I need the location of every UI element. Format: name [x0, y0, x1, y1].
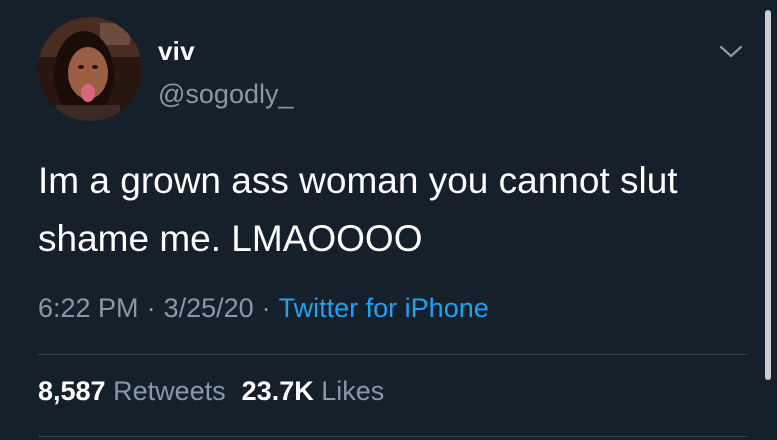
display-name[interactable]: viv: [158, 36, 195, 67]
likes-count: 23.7K: [241, 376, 314, 406]
user-handle[interactable]: @sogodly_: [158, 79, 294, 110]
tweet-stats: 8,587 Retweets 23.7K Likes: [38, 376, 384, 407]
divider: [38, 354, 747, 355]
avatar-photo-icon: [38, 17, 142, 121]
divider: [38, 436, 747, 437]
tweet-text: Im a grown ass woman you cannot slut sha…: [38, 160, 678, 259]
tweet-meta: 6:22 PM · 3/25/20 · Twitter for iPhone: [38, 293, 489, 324]
chevron-down-icon[interactable]: [716, 36, 746, 66]
tweet-date[interactable]: 3/25/20: [164, 293, 254, 323]
meta-separator: ·: [146, 293, 156, 323]
likes-label: Likes: [321, 376, 385, 406]
tweet-source-link[interactable]: Twitter for iPhone: [279, 293, 489, 323]
avatar[interactable]: [38, 17, 142, 121]
retweets-stat[interactable]: 8,587 Retweets: [38, 376, 226, 406]
retweets-label: Retweets: [113, 376, 226, 406]
tweet-time[interactable]: 6:22 PM: [38, 293, 139, 323]
scrollbar[interactable]: [765, 10, 771, 380]
likes-stat[interactable]: 23.7K Likes: [242, 376, 385, 406]
retweets-count: 8,587: [38, 376, 106, 406]
tweet-card: viv @sogodly_ Im a grown ass woman you c…: [0, 0, 777, 440]
meta-separator: ·: [261, 293, 271, 323]
